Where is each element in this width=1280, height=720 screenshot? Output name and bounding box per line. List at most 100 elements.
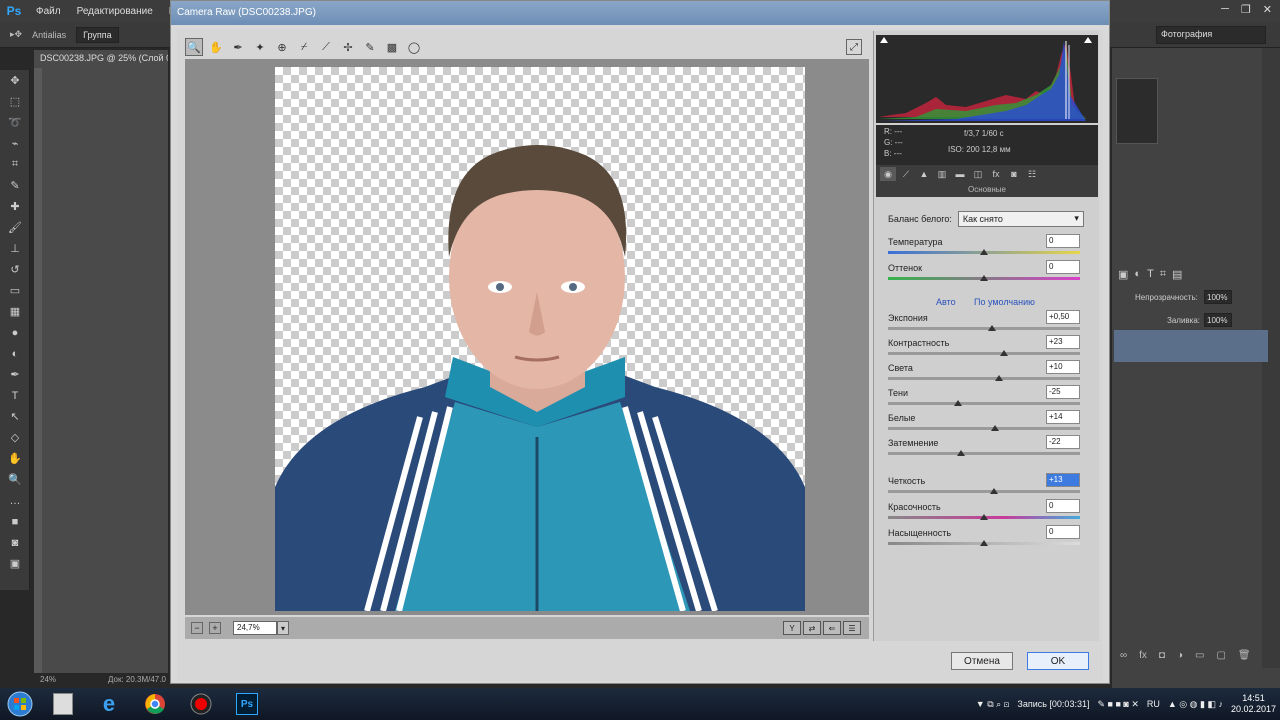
spot-removal-icon[interactable]: ✢ xyxy=(339,38,357,56)
contrast-input[interactable]: +23 xyxy=(1046,335,1080,349)
shadows-thumb[interactable] xyxy=(954,400,962,406)
internet-explorer-icon[interactable]: e xyxy=(86,689,132,719)
highlights-thumb[interactable] xyxy=(995,375,1003,381)
group-select[interactable]: Группа xyxy=(76,26,119,43)
tint-input[interactable]: 0 xyxy=(1046,260,1080,274)
opacity-field[interactable]: 100% xyxy=(1204,290,1232,304)
hand-tool-icon[interactable]: ✋ xyxy=(207,38,225,56)
eyedropper-icon[interactable]: ✎ xyxy=(0,175,30,196)
preview-settings-icon[interactable]: ☰ xyxy=(843,621,861,635)
smart-filter-icon[interactable]: ▤ xyxy=(1172,268,1182,281)
recorder-actions-icon[interactable]: ✎ ■ ■ ◙ ✕ xyxy=(1097,699,1138,710)
default-link[interactable]: По умолчанию xyxy=(974,297,1035,307)
lasso-icon[interactable]: ➰ xyxy=(0,112,30,133)
white-balance-select[interactable]: Как снято xyxy=(957,211,1084,227)
highlights-slider[interactable] xyxy=(888,377,1080,380)
tint-thumb[interactable] xyxy=(980,275,988,281)
stamp-icon[interactable]: ⊥ xyxy=(0,238,30,259)
dodge-icon[interactable]: ◐ xyxy=(0,343,30,364)
adjustment-brush-icon[interactable]: ✎ xyxy=(361,38,379,56)
exposure-thumb[interactable] xyxy=(988,325,996,331)
white-balance-tool-icon[interactable]: ✒ xyxy=(229,38,247,56)
close-icon[interactable]: ✕ xyxy=(1263,3,1272,16)
graduated-filter-icon[interactable]: ▩ xyxy=(383,38,401,56)
shadows-slider[interactable] xyxy=(888,402,1080,405)
trash-icon[interactable]: 🗑 xyxy=(1238,650,1251,661)
link-icon[interactable]: ∞ xyxy=(1120,650,1127,661)
history-brush-icon[interactable]: ↺ xyxy=(0,259,30,280)
move-icon[interactable]: ✥ xyxy=(0,70,30,91)
clarity-input[interactable]: +13 xyxy=(1046,473,1080,487)
contrast-thumb[interactable] xyxy=(1000,350,1008,356)
blur-icon[interactable]: ● xyxy=(0,322,30,343)
gradient-icon[interactable]: ▦ xyxy=(0,301,30,322)
shape-icon[interactable]: ◇ xyxy=(0,427,30,448)
straighten-icon[interactable]: ⟋ xyxy=(317,38,335,56)
highlights-input[interactable]: +10 xyxy=(1046,360,1080,374)
mask-icon[interactable]: ◘ xyxy=(1159,650,1165,661)
zoom-out-button[interactable]: − xyxy=(191,622,203,634)
move-tool-icon[interactable]: ▸✥ xyxy=(10,29,22,40)
vibrance-input[interactable]: 0 xyxy=(1046,499,1080,513)
copy-settings-icon[interactable]: ⇐ xyxy=(823,621,841,635)
crop-tool-icon[interactable]: ⌿ xyxy=(295,38,313,56)
menu-edit[interactable]: Редактирование xyxy=(69,6,161,17)
detail-tab-icon[interactable]: ▲ xyxy=(916,167,932,181)
crop-icon[interactable]: ⌗ xyxy=(0,154,30,175)
contrast-slider[interactable] xyxy=(888,352,1080,355)
target-adjust-icon[interactable]: ⊕ xyxy=(273,38,291,56)
saturation-input[interactable]: 0 xyxy=(1046,525,1080,539)
folder-icon[interactable]: ▭ xyxy=(1195,650,1204,661)
color-sampler-icon[interactable]: ✦ xyxy=(251,38,269,56)
saturation-thumb[interactable] xyxy=(980,540,988,546)
auto-link[interactable]: Авто xyxy=(936,297,956,307)
exposure-slider[interactable] xyxy=(888,327,1080,330)
adjustment-icon[interactable]: ◑ xyxy=(1177,650,1183,661)
tone-curve-tab-icon[interactable]: ⟋ xyxy=(898,167,914,181)
recorder-icon[interactable] xyxy=(178,689,224,719)
eraser-icon[interactable]: ▭ xyxy=(0,280,30,301)
recorder-controls-icon[interactable]: ▼ ⧉ ⌕ ⊡ xyxy=(976,699,1010,710)
fullscreen-icon[interactable]: ⤢ xyxy=(846,39,862,55)
vibrance-thumb[interactable] xyxy=(980,514,988,520)
clarity-slider[interactable] xyxy=(888,490,1080,493)
image-filter-icon[interactable]: ▣ xyxy=(1118,268,1128,281)
workspace-select[interactable]: Фотография xyxy=(1156,26,1266,44)
calculator-icon[interactable] xyxy=(40,689,86,719)
presets-tab-icon[interactable]: ☷ xyxy=(1024,167,1040,181)
shadows-input[interactable]: -25 xyxy=(1046,385,1080,399)
zoom-icon[interactable]: 🔍 xyxy=(0,469,30,490)
whites-thumb[interactable] xyxy=(991,425,999,431)
ok-button[interactable]: OK xyxy=(1027,652,1089,670)
before-after-icon[interactable]: Y xyxy=(783,621,801,635)
color-swatch-icon[interactable]: ■ xyxy=(0,511,30,532)
document-tab[interactable]: DSC00238.JPG @ 25% (Слой 0 xyxy=(34,50,168,68)
basic-tab-icon[interactable]: ◉ xyxy=(880,167,896,181)
clarity-thumb[interactable] xyxy=(990,488,998,494)
zoom-in-button[interactable]: + xyxy=(209,622,221,634)
zoom-tool-icon[interactable]: 🔍 xyxy=(185,38,203,56)
start-button[interactable] xyxy=(0,688,40,720)
healing-icon[interactable]: ✚ xyxy=(0,196,30,217)
whites-input[interactable]: +14 xyxy=(1046,410,1080,424)
blacks-slider[interactable] xyxy=(888,452,1080,455)
language-indicator[interactable]: RU xyxy=(1147,699,1160,709)
pen-icon[interactable]: ✒ xyxy=(0,364,30,385)
hand-icon[interactable]: ✋ xyxy=(0,448,30,469)
lens-tab-icon[interactable]: ◫ xyxy=(970,167,986,181)
minimize-icon[interactable]: ─ xyxy=(1221,3,1229,16)
screen-mode-icon[interactable]: ▣ xyxy=(0,553,30,574)
quick-select-icon[interactable]: ⌁ xyxy=(0,133,30,154)
zoom-level-field[interactable]: 24,7% xyxy=(233,621,277,635)
new-layer-icon[interactable]: ▢ xyxy=(1216,650,1225,661)
photoshop-taskbar-icon[interactable]: Ps xyxy=(224,689,270,719)
path-select-icon[interactable]: ↖ xyxy=(0,406,30,427)
layer-row-selected[interactable] xyxy=(1114,330,1268,362)
quick-mask-icon[interactable]: ◙ xyxy=(0,532,30,553)
effects-tab-icon[interactable]: fx xyxy=(988,167,1004,181)
exposure-input[interactable]: +0,50 xyxy=(1046,310,1080,324)
swap-icon[interactable]: ⇄ xyxy=(803,621,821,635)
antialias-checkbox[interactable]: Antialias xyxy=(32,30,66,40)
temperature-input[interactable]: 0 xyxy=(1046,234,1080,248)
ellipsis-icon[interactable]: … xyxy=(0,490,30,511)
